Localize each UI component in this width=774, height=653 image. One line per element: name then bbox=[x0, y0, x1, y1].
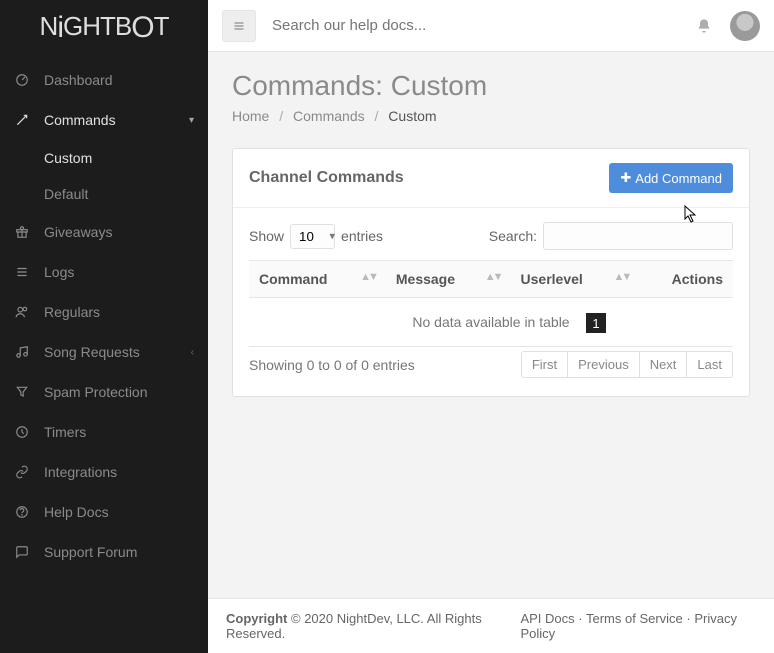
breadcrumb-home[interactable]: Home bbox=[232, 108, 269, 124]
table-info: Showing 0 to 0 of 0 entries bbox=[249, 357, 415, 373]
table-search-input[interactable] bbox=[543, 222, 733, 250]
clock-icon bbox=[14, 425, 30, 439]
chevron-down-icon: ▾ bbox=[189, 115, 194, 126]
help-search-input[interactable] bbox=[272, 17, 696, 34]
add-command-button[interactable]: ✚ Add Command bbox=[609, 163, 733, 193]
sidebar-item-spam-protection[interactable]: Spam Protection bbox=[0, 372, 208, 412]
entries-length-select[interactable]: 10 bbox=[290, 224, 335, 249]
chevron-left-icon: ‹ bbox=[191, 347, 194, 358]
comments-icon bbox=[14, 545, 30, 559]
pagination: First Previous Next Last bbox=[521, 351, 733, 378]
show-label: Show bbox=[249, 228, 284, 244]
topbar bbox=[208, 0, 774, 52]
footer-tos-link[interactable]: Terms of Service bbox=[586, 611, 683, 626]
commands-table: Command▲▼ Message▲▼ Userlevel▲▼ Actions … bbox=[249, 260, 733, 347]
sidebar-item-support-forum[interactable]: Support Forum bbox=[0, 532, 208, 572]
sort-icon: ▲▼ bbox=[360, 271, 376, 283]
main-area: Commands: Custom Home / Commands / Custo… bbox=[208, 0, 774, 653]
filter-icon bbox=[14, 385, 30, 399]
page-previous-button[interactable]: Previous bbox=[568, 351, 640, 378]
sidebar-item-label: Help Docs bbox=[44, 504, 109, 520]
footer: Copyright © 2020 NightDev, LLC. All Righ… bbox=[208, 598, 774, 653]
breadcrumb-current: Custom bbox=[388, 108, 436, 124]
sort-icon: ▲▼ bbox=[614, 271, 630, 283]
sidebar-item-label: Giveaways bbox=[44, 224, 112, 240]
empty-message: No data available in table bbox=[249, 298, 733, 347]
sidebar-subitem-default[interactable]: Default bbox=[0, 176, 208, 212]
bell-icon bbox=[696, 18, 712, 34]
sidebar-item-timers[interactable]: Timers bbox=[0, 412, 208, 452]
panel-title: Channel Commands bbox=[249, 169, 404, 187]
page-last-button[interactable]: Last bbox=[687, 351, 733, 378]
page-first-button[interactable]: First bbox=[521, 351, 568, 378]
gift-icon bbox=[14, 225, 30, 239]
commands-panel: Channel Commands ✚ Add Command Show 10 e… bbox=[232, 148, 750, 397]
notifications-button[interactable] bbox=[696, 18, 712, 34]
add-command-label: Add Command bbox=[635, 171, 722, 186]
sidebar-item-label: Song Requests bbox=[44, 344, 140, 360]
sidebar-item-song-requests[interactable]: Song Requests ‹ bbox=[0, 332, 208, 372]
table-search-label: Search: bbox=[489, 228, 537, 244]
sidebar-subitem-custom[interactable]: Custom bbox=[0, 140, 208, 176]
plus-icon: ✚ bbox=[620, 170, 631, 186]
sidebar-item-dashboard[interactable]: Dashboard bbox=[0, 60, 208, 100]
th-command[interactable]: Command▲▼ bbox=[249, 261, 386, 298]
sidebar-item-label: Timers bbox=[44, 424, 86, 440]
sidebar-item-label: Commands bbox=[44, 112, 116, 128]
sidebar-item-commands[interactable]: Commands ▾ bbox=[0, 100, 208, 140]
breadcrumb: Home / Commands / Custom bbox=[232, 108, 750, 124]
sidebar-item-regulars[interactable]: Regulars bbox=[0, 292, 208, 332]
list-icon bbox=[14, 265, 30, 279]
sidebar-item-giveaways[interactable]: Giveaways bbox=[0, 212, 208, 252]
dashboard-icon bbox=[14, 73, 30, 87]
sidebar-toggle-button[interactable] bbox=[222, 10, 256, 42]
sidebar-item-label: Dashboard bbox=[44, 72, 113, 88]
page-title: Commands: Custom bbox=[232, 70, 750, 102]
table-empty-row: No data available in table bbox=[249, 298, 733, 347]
footer-api-docs-link[interactable]: API Docs bbox=[520, 611, 574, 626]
question-icon bbox=[14, 505, 30, 519]
sidebar-item-label: Logs bbox=[44, 264, 74, 280]
footer-copyright-label: Copyright bbox=[226, 611, 287, 626]
sidebar-subitem-label: Default bbox=[44, 186, 88, 202]
th-actions: Actions bbox=[639, 261, 733, 298]
hamburger-icon bbox=[232, 20, 246, 32]
th-userlevel[interactable]: Userlevel▲▼ bbox=[511, 261, 640, 298]
logo[interactable]: NiGHTBOT bbox=[0, 0, 208, 52]
sidebar-item-label: Support Forum bbox=[44, 544, 137, 560]
entries-label: entries bbox=[341, 228, 383, 244]
music-icon bbox=[14, 345, 30, 359]
logo-text: NiGHTBOT bbox=[40, 9, 169, 43]
sidebar-item-label: Integrations bbox=[44, 464, 117, 480]
page-next-button[interactable]: Next bbox=[640, 351, 688, 378]
breadcrumb-commands[interactable]: Commands bbox=[293, 108, 365, 124]
sort-icon: ▲▼ bbox=[485, 271, 501, 283]
sidebar-item-help-docs[interactable]: Help Docs bbox=[0, 492, 208, 532]
link-icon bbox=[14, 465, 30, 479]
sidebar: NiGHTBOT Dashboard Commands ▾ Custom Def… bbox=[0, 0, 208, 653]
sidebar-item-logs[interactable]: Logs bbox=[0, 252, 208, 292]
th-message[interactable]: Message▲▼ bbox=[386, 261, 511, 298]
sidebar-item-integrations[interactable]: Integrations bbox=[0, 452, 208, 492]
users-icon bbox=[14, 305, 30, 319]
sidebar-item-label: Regulars bbox=[44, 304, 100, 320]
sidebar-item-label: Spam Protection bbox=[44, 384, 148, 400]
magic-icon bbox=[14, 113, 30, 127]
user-avatar[interactable] bbox=[730, 11, 760, 41]
sidebar-subitem-label: Custom bbox=[44, 150, 92, 166]
